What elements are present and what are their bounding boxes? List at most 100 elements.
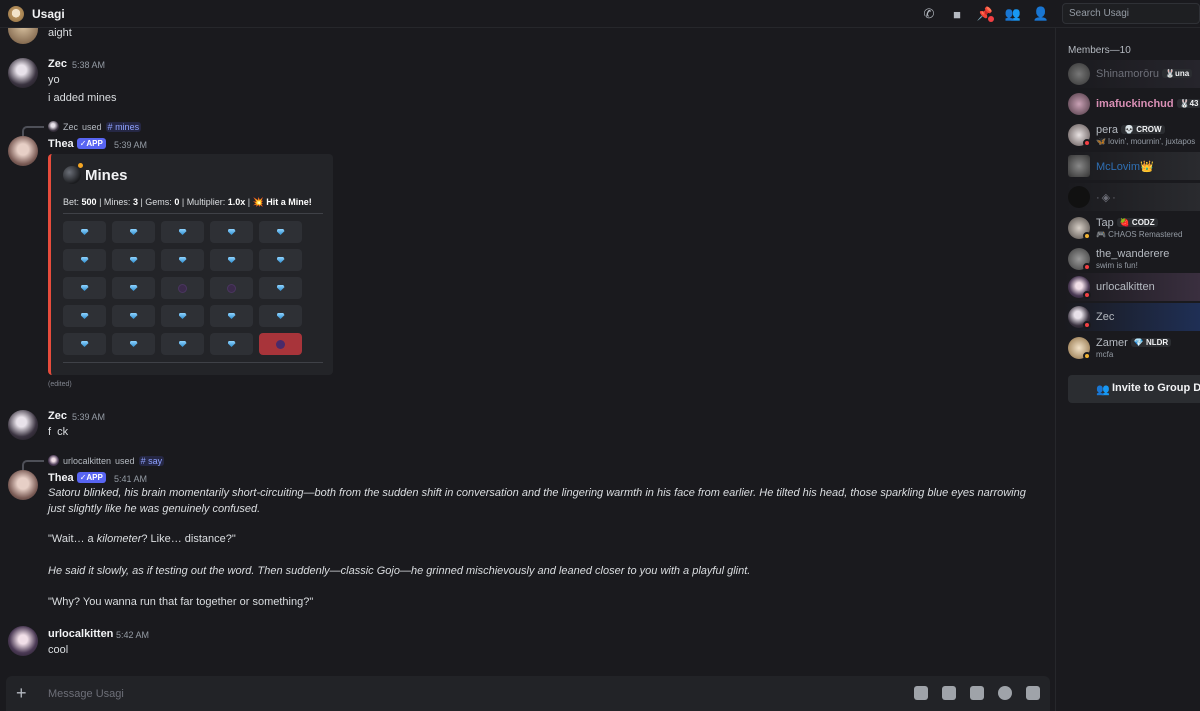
- channel-title: Usagi: [32, 6, 65, 21]
- timestamp: 5:41 AM: [114, 474, 148, 484]
- mines-cell-gem[interactable]: [63, 249, 106, 271]
- mines-cell-gem[interactable]: [259, 305, 302, 327]
- member-list-heading: Members—10: [1068, 45, 1131, 56]
- mines-cell-gem[interactable]: [63, 221, 106, 243]
- slash-command-link[interactable]: # mines: [105, 121, 142, 132]
- mines-cell-gem[interactable]: [259, 277, 302, 299]
- mines-cell-hit[interactable]: [259, 333, 302, 355]
- member-status: mcfa: [1096, 350, 1114, 359]
- author-name[interactable]: Zec: [48, 410, 67, 422]
- mines-cell-gem[interactable]: [112, 305, 155, 327]
- gem-icon: [227, 257, 236, 263]
- member-item[interactable]: Zamer 💎 NLDR mcfa: [1064, 334, 1200, 362]
- members-icon[interactable]: 👤: [1032, 5, 1050, 23]
- mines-cell-gem[interactable]: [210, 305, 253, 327]
- mines-cell-gem[interactable]: [112, 221, 155, 243]
- avatar[interactable]: [8, 28, 38, 44]
- member-item[interactable]: imafuckinchud 🐰43: [1064, 90, 1200, 118]
- dnd-status-icon: [1083, 291, 1091, 299]
- mines-cell-gem[interactable]: [210, 249, 253, 271]
- gift-icon[interactable]: [914, 686, 928, 700]
- avatar[interactable]: [8, 58, 38, 88]
- member-item[interactable]: Zec: [1064, 303, 1200, 331]
- mines-cell-gem[interactable]: [161, 305, 204, 327]
- gem-icon: [129, 257, 138, 263]
- mines-cell-mine[interactable]: [210, 277, 253, 299]
- author-name[interactable]: Zec: [48, 58, 67, 70]
- mines-cell-gem[interactable]: [63, 305, 106, 327]
- apps-icon[interactable]: [1026, 686, 1040, 700]
- message-text: Satoru blinked, his brain momentarily sh…: [48, 487, 1026, 499]
- mines-cell-gem[interactable]: [210, 221, 253, 243]
- invite-to-group-dm-button[interactable]: 👥 Invite to Group DM: [1068, 375, 1200, 403]
- author-name[interactable]: urlocalkitten: [48, 628, 113, 640]
- slash-command-link[interactable]: # say: [138, 455, 165, 466]
- app-badge: ✓APP: [76, 472, 106, 483]
- used-word: used: [82, 121, 102, 132]
- reply-connector: [22, 126, 44, 136]
- add-member-icon[interactable]: 👥: [1004, 5, 1022, 23]
- gem-icon: [80, 341, 89, 347]
- member-name: the_wanderere: [1096, 248, 1170, 260]
- pin-notification-dot: [988, 16, 994, 22]
- gem-icon: [129, 229, 138, 235]
- author-name[interactable]: Thea ✓APP: [48, 472, 106, 484]
- member-item[interactable]: the_wanderere swim is fun!: [1064, 245, 1200, 273]
- message-text: just slightly like he was genuinely conf…: [48, 503, 261, 515]
- gem-icon: [276, 257, 285, 263]
- member-item[interactable]: urlocalkitten: [1064, 273, 1200, 301]
- pin-icon[interactable]: 📌: [976, 5, 994, 23]
- mines-cell-gem[interactable]: [259, 249, 302, 271]
- gem-icon: [129, 313, 138, 319]
- member-item[interactable]: Tap 🍓 CODZ 🎮 CHAOS Remastered: [1064, 214, 1200, 242]
- search-input[interactable]: Search Usagi: [1062, 3, 1200, 24]
- used-by[interactable]: urlocalkitten: [63, 456, 111, 466]
- gem-icon: [80, 257, 89, 263]
- message-text: i added mines: [48, 92, 117, 104]
- mines-cell-gem[interactable]: [161, 249, 204, 271]
- video-icon[interactable]: ■: [948, 5, 966, 23]
- mines-cell-gem[interactable]: [161, 221, 204, 243]
- member-name: Zamer 💎 NLDR: [1096, 337, 1172, 349]
- mines-cell-mine[interactable]: [161, 277, 204, 299]
- used-by[interactable]: Zec: [63, 122, 78, 132]
- message-text: He said it slowly, as if testing out the…: [48, 565, 751, 577]
- add-attachment-icon[interactable]: +: [16, 683, 27, 704]
- reply-connector: [22, 460, 44, 470]
- mines-cell-gem[interactable]: [210, 333, 253, 355]
- message-list: aight Zec 5:38 AM yo i added mines Zec u…: [0, 28, 1055, 671]
- mines-cell-gem[interactable]: [112, 249, 155, 271]
- message-composer[interactable]: + Message Usagi: [6, 676, 1050, 711]
- message-text: yo: [48, 74, 60, 86]
- avatar[interactable]: [8, 410, 38, 440]
- mines-cell-gem[interactable]: [259, 221, 302, 243]
- avatar[interactable]: [8, 136, 38, 166]
- message-text: aight: [48, 28, 72, 39]
- message-text: f ck: [48, 426, 69, 438]
- used-word: used: [115, 455, 135, 466]
- member-item[interactable]: McLovim👑: [1064, 152, 1200, 180]
- member-item[interactable]: ·◈·: [1064, 183, 1200, 211]
- dnd-status-icon: [1083, 321, 1091, 329]
- author-name[interactable]: Thea ✓APP: [48, 138, 106, 150]
- emoji-icon[interactable]: [998, 686, 1012, 700]
- bomb-icon: [228, 284, 235, 292]
- member-name-decorative: ·◈·: [1096, 192, 1118, 204]
- mines-cell-gem[interactable]: [112, 277, 155, 299]
- sticker-icon[interactable]: [970, 686, 984, 700]
- avatar[interactable]: [8, 626, 38, 656]
- mines-cell-gem[interactable]: [63, 277, 106, 299]
- member-item[interactable]: pera 💀 CROW 🦋 lovin', mournin', juxtapos: [1064, 121, 1200, 149]
- mines-cell-gem[interactable]: [112, 333, 155, 355]
- call-icon[interactable]: ✆: [920, 5, 938, 23]
- timestamp: 5:38 AM: [72, 60, 106, 70]
- mines-cell-gem[interactable]: [161, 333, 204, 355]
- message-input[interactable]: Message Usagi: [48, 688, 124, 700]
- mines-cell-gem[interactable]: [63, 333, 106, 355]
- gif-icon[interactable]: [942, 686, 956, 700]
- message-text: "Wait… a kilometer? Like… distance?": [48, 533, 236, 545]
- dnd-status-icon: [1083, 139, 1091, 147]
- avatar[interactable]: [8, 470, 38, 500]
- mini-avatar: [48, 121, 59, 132]
- member-item[interactable]: Shinamorōru 🐰una: [1064, 60, 1200, 88]
